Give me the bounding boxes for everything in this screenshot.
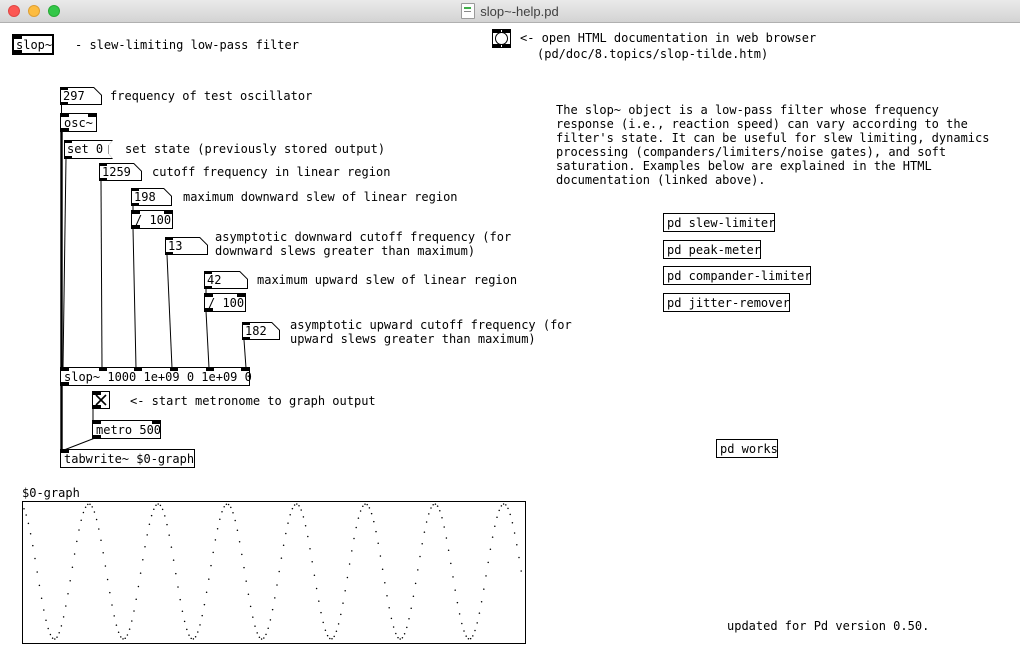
inlet-nub xyxy=(64,140,72,143)
inlet-nub xyxy=(152,421,160,424)
comment-updated: updated for Pd version 0.50. xyxy=(727,619,929,633)
inlet-nub xyxy=(61,450,69,453)
reference-object-slop: slop~ xyxy=(12,34,54,55)
inlet-nub xyxy=(204,271,212,274)
inlet-nub xyxy=(164,211,172,214)
inlet-nub xyxy=(60,87,68,90)
inlet-nub xyxy=(61,368,69,371)
object-label: slop~ 1000 1e+09 0 1e+09 0 xyxy=(61,368,249,384)
object-label: tabwrite~ $0-graph xyxy=(61,450,194,466)
inlet-nub xyxy=(99,368,107,371)
number-box-asym-down[interactable]: 13 xyxy=(165,237,208,255)
object-label: metro 500 xyxy=(93,421,160,437)
object-label: pd works xyxy=(717,440,777,456)
subpatch-works[interactable]: pd works xyxy=(716,439,778,458)
comment-asym-up: asymptotic upward cutoff frequency (for … xyxy=(290,318,572,346)
inlet-nub xyxy=(132,211,140,214)
comment-asym-down: asymptotic downward cutoff frequency (fo… xyxy=(215,230,511,258)
comment-start-metro: <- start metronome to graph output xyxy=(130,394,376,408)
object-label: pd peak-meter xyxy=(664,241,760,257)
window-title-wrap: slop~-help.pd xyxy=(0,0,1020,22)
inlet-nub xyxy=(237,294,245,297)
inlet-nub xyxy=(165,237,173,240)
number-box-asym-up[interactable]: 182 xyxy=(242,322,280,340)
document-icon xyxy=(461,3,475,19)
inlet-nub xyxy=(61,114,69,117)
titlebar: slop~-help.pd xyxy=(0,0,1020,23)
outlet-nub xyxy=(61,382,69,385)
outlet-nub xyxy=(93,405,101,408)
comment-set-state: set state (previously stored output) xyxy=(125,142,385,156)
outlet-nub xyxy=(205,308,213,311)
outlet-nub xyxy=(99,178,107,181)
outlet-nub xyxy=(502,44,510,47)
object-osc: osc~ xyxy=(60,113,97,132)
object-tabwrite: tabwrite~ $0-graph xyxy=(60,449,195,468)
outlet-nub xyxy=(64,156,72,159)
subpatch-slew-limiter[interactable]: pd slew-limiter xyxy=(663,213,775,232)
inlet-nub xyxy=(99,163,107,166)
object-label: pd jitter-remover xyxy=(664,294,789,310)
graph-label: $0-graph xyxy=(22,486,80,500)
inlet-nub xyxy=(93,421,101,424)
outlet-nub xyxy=(60,102,68,105)
number-box-upward-slew[interactable]: 42 xyxy=(204,271,248,289)
comment-description: The slop~ object is a low-pass filter wh… xyxy=(556,103,989,187)
bang-open-docs-icon[interactable] xyxy=(492,29,511,48)
pd-patch-window: slop~-help.pd slop~ - slew-limiting low-… xyxy=(0,0,1020,664)
toggle-metronome[interactable] xyxy=(92,391,110,409)
inlet-nub xyxy=(241,368,249,371)
inlet-nub xyxy=(14,36,22,39)
inlet-nub xyxy=(170,368,178,371)
inlet-nub xyxy=(502,30,510,33)
object-div-100-up: / 100 xyxy=(204,293,246,312)
inlet-nub xyxy=(93,392,101,395)
comment-max-down: maximum downward slew of linear region xyxy=(183,190,458,204)
outlet-nub xyxy=(132,225,140,228)
object-label: pd compander-limiter xyxy=(664,267,810,283)
subpatch-peak-meter[interactable]: pd peak-meter xyxy=(663,240,761,259)
inlet-nub xyxy=(131,188,139,191)
subpatch-jitter-remover[interactable]: pd jitter-remover xyxy=(663,293,790,312)
inlet-nub xyxy=(493,30,501,33)
object-label: pd slew-limiter xyxy=(664,214,774,230)
outlet-nub xyxy=(61,128,69,131)
waveform-dots xyxy=(23,502,523,641)
comment-max-up: maximum upward slew of linear region xyxy=(257,273,517,287)
patch-canvas: slop~ - slew-limiting low-pass filter <-… xyxy=(0,23,1020,664)
message-set-state[interactable]: set 0 xyxy=(64,140,113,159)
outlet-nub xyxy=(242,337,250,340)
inlet-nub xyxy=(88,114,96,117)
comment-freq-osc: frequency of test oscillator xyxy=(110,89,312,103)
object-metro: metro 500 xyxy=(92,420,161,439)
outlet-nub xyxy=(204,286,212,289)
outlet-nub xyxy=(493,44,501,47)
outlet-nub xyxy=(14,50,22,53)
inlet-nub xyxy=(205,294,213,297)
outlet-nub xyxy=(93,435,101,438)
inlet-nub xyxy=(134,368,142,371)
object-slop: slop~ 1000 1e+09 0 1e+09 0 xyxy=(60,367,250,386)
comment-cutoff: cutoff frequency in linear region xyxy=(152,165,390,179)
inlet-nub xyxy=(242,322,250,325)
comment-open-html: <- open HTML documentation in web browse… xyxy=(520,31,816,45)
subpatch-compander-limiter[interactable]: pd compander-limiter xyxy=(663,266,811,285)
object-div-100-down: / 100 xyxy=(131,210,173,229)
number-box-frequency[interactable]: 297 xyxy=(60,87,102,105)
window-title: slop~-help.pd xyxy=(480,4,558,19)
comment-open-html-path: (pd/doc/8.topics/slop-tilde.htm) xyxy=(537,47,768,61)
number-box-downward-slew[interactable]: 198 xyxy=(131,188,172,206)
waveform-graph xyxy=(22,501,526,644)
outlet-nub xyxy=(131,203,139,206)
inlet-nub xyxy=(206,368,214,371)
number-box-cutoff[interactable]: 1259 xyxy=(99,163,142,181)
outlet-nub xyxy=(165,252,173,255)
comment-main-desc: - slew-limiting low-pass filter xyxy=(75,38,299,52)
